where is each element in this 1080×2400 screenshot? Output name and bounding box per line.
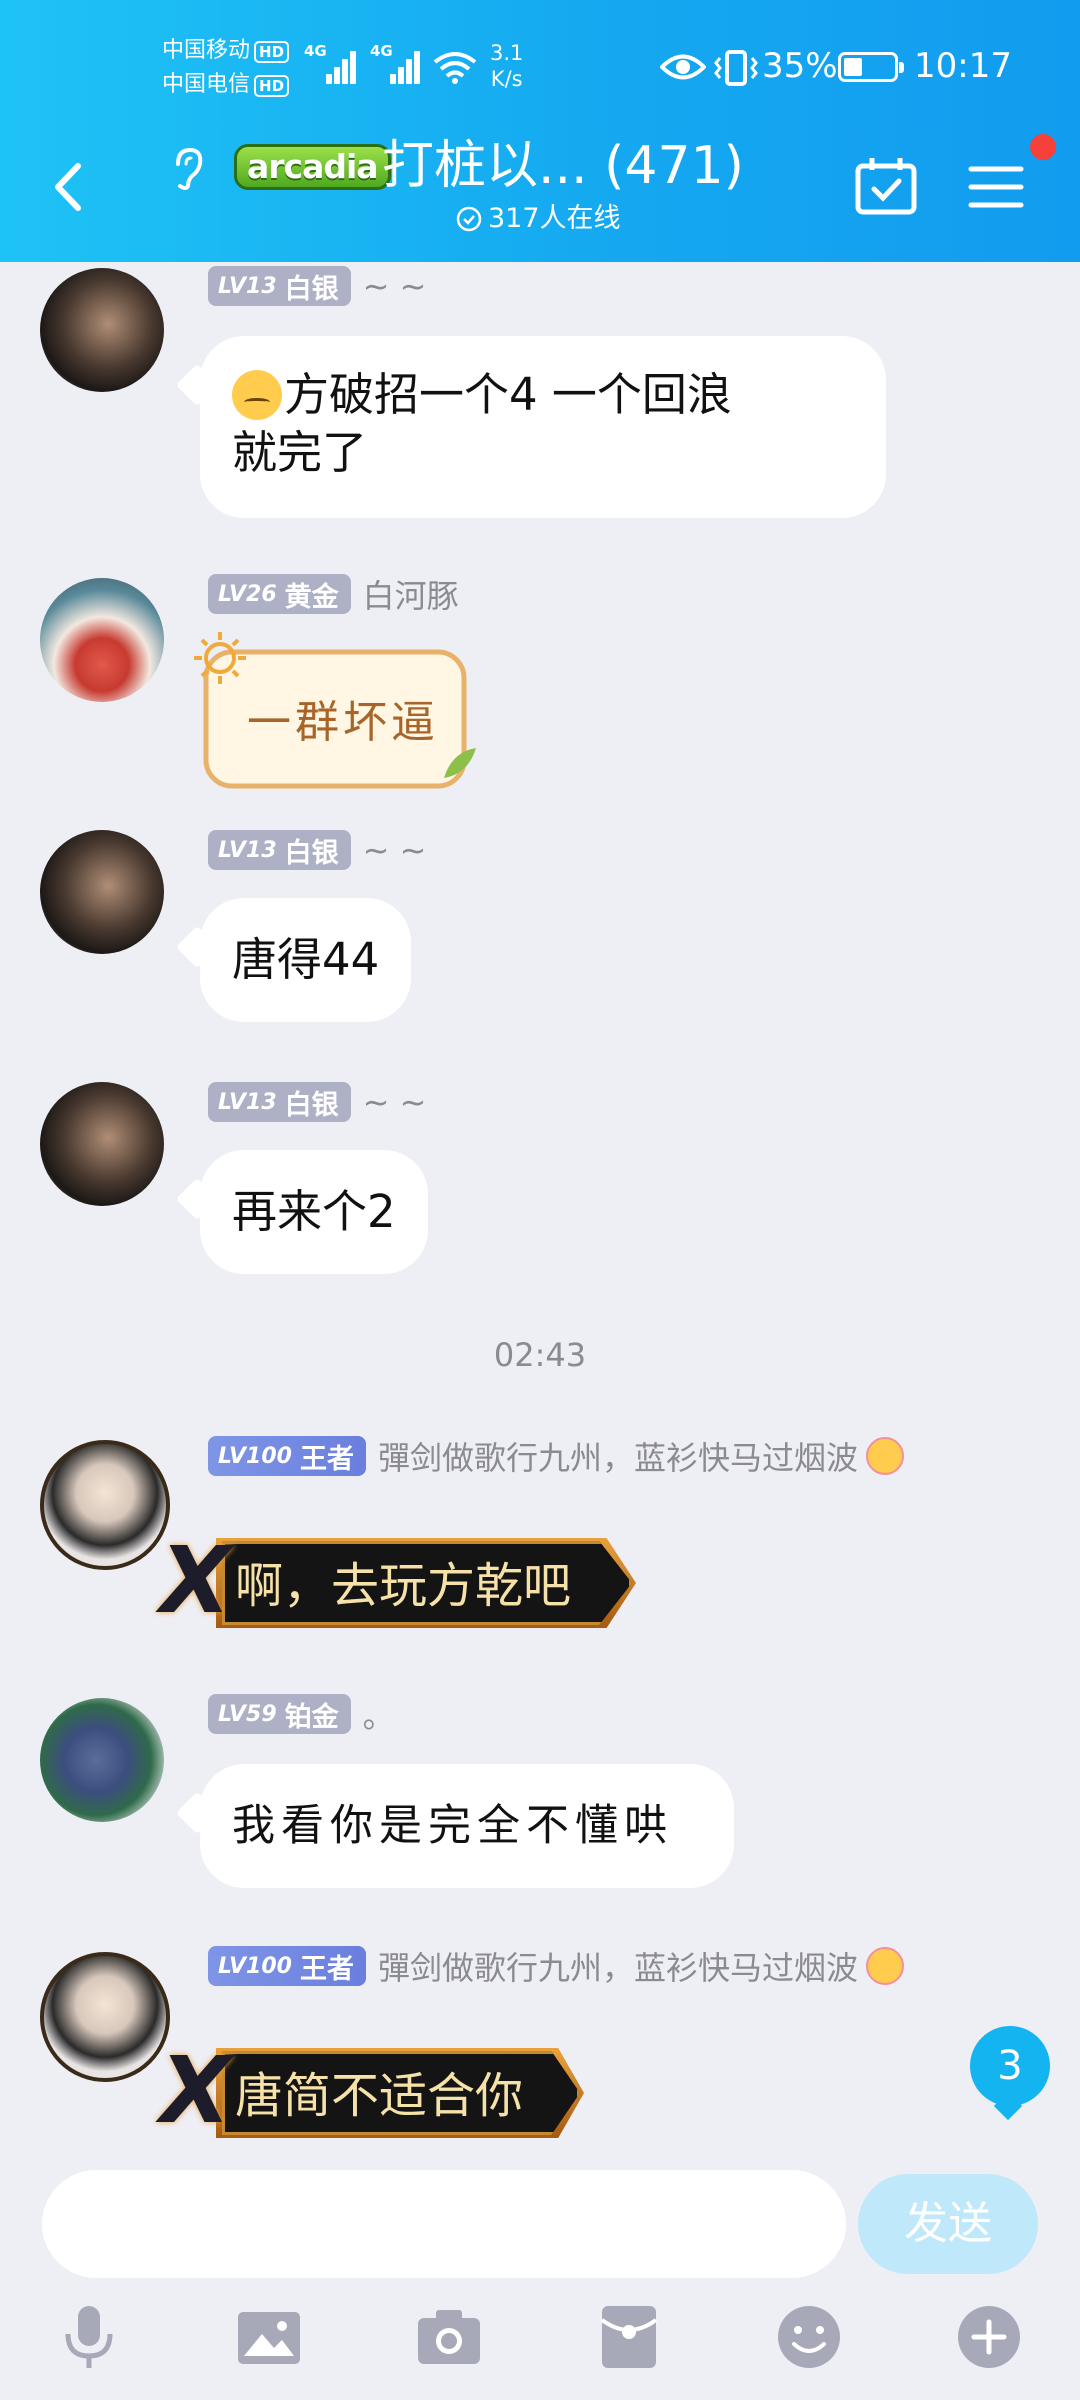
- carrier-info: 中国移动 HD 中国电信 HD: [162, 34, 290, 102]
- message-bubble[interactable]: 方破招一个4 一个回浪 就完了: [200, 336, 886, 518]
- sender-nick[interactable]: 彈剑做歌行九州，蓝衫快马过烟波: [378, 1433, 858, 1479]
- sender-info: LV100 王者 彈剑做歌行九州，蓝衫快马过烟波: [208, 1943, 904, 1989]
- send-button[interactable]: 发送: [858, 2174, 1038, 2274]
- sneer-emoji-icon: [232, 370, 282, 420]
- sender-info: LV13 白银 ~ ~: [208, 1082, 426, 1122]
- sticker-message[interactable]: 一群坏逼: [190, 628, 480, 796]
- earpiece-mode-icon[interactable]: [168, 146, 208, 190]
- calendar-checkin-icon[interactable]: [854, 156, 918, 216]
- carrier-1: 中国移动: [162, 38, 251, 63]
- level-badge: LV13 白银: [208, 266, 351, 306]
- input-bar: 发送: [0, 2150, 1080, 2400]
- image-icon[interactable]: [234, 2302, 304, 2372]
- sender-nick[interactable]: ~ ~: [363, 267, 427, 305]
- sender-nick[interactable]: 白河豚: [363, 571, 459, 617]
- message-bubble[interactable]: 我看你是完全不懂哄: [200, 1764, 734, 1888]
- x-decoration-icon: X: [160, 1527, 231, 1634]
- notification-dot: [1030, 134, 1056, 160]
- online-count[interactable]: 317人在线: [456, 200, 621, 238]
- message-bubble[interactable]: 啊，去玩方乾吧: [222, 1541, 632, 1625]
- battery-icon: [838, 52, 904, 82]
- plus-icon[interactable]: [954, 2302, 1024, 2372]
- message-bubble[interactable]: 唐得44: [200, 898, 412, 1022]
- chat-header: 中国移动 HD 中国电信 HD 4G 4G 3.1 K/s 35% 10:17 …: [0, 0, 1080, 262]
- avatar[interactable]: [40, 1952, 170, 2082]
- level-badge: LV13 白银: [208, 1082, 351, 1122]
- grin-emoji-icon: [865, 1437, 904, 1475]
- status-bar: 中国移动 HD 中国电信 HD 4G 4G 3.1 K/s 35% 10:17: [0, 0, 1080, 140]
- level-badge: LV100 王者: [208, 1436, 366, 1476]
- sender-nick[interactable]: 。: [363, 1691, 395, 1737]
- avatar[interactable]: [40, 268, 164, 392]
- sticker-text: 一群坏逼: [247, 697, 439, 748]
- signal-icon: [386, 48, 426, 84]
- group-logo: arcadia: [234, 144, 391, 190]
- sender-info: LV13 白银 ~ ~: [208, 266, 426, 306]
- level-badge: LV13 白银: [208, 830, 351, 870]
- hd-badge: HD: [254, 75, 290, 97]
- avatar[interactable]: [40, 1698, 164, 1822]
- red-packet-icon[interactable]: [594, 2302, 664, 2372]
- time-separator: 02:43: [493, 1336, 587, 1374]
- menu-icon[interactable]: [968, 164, 1024, 210]
- unread-count-badge[interactable]: 3: [970, 2026, 1050, 2106]
- avatar[interactable]: [40, 578, 164, 702]
- microphone-icon[interactable]: [54, 2302, 124, 2372]
- message-list[interactable]: LV13白银 ~ ~ 方破招一个4 一个回浪 就完了 LV26黄金 白河豚: [0, 262, 1080, 2162]
- sender-nick[interactable]: ~ ~: [363, 1083, 427, 1121]
- camera-icon[interactable]: [414, 2302, 484, 2372]
- sender-info: LV100 王者 彈剑做歌行九州，蓝衫快马过烟波: [208, 1433, 904, 1479]
- grin-emoji-icon: [865, 1947, 904, 1985]
- avatar[interactable]: [40, 1440, 170, 1570]
- back-arrow-icon[interactable]: [48, 160, 88, 214]
- net-speed: 3.1 K/s: [490, 41, 524, 91]
- level-badge: LV26 黄金: [208, 574, 351, 614]
- eye-comfort-icon: [660, 54, 706, 80]
- check-circle-icon: [456, 206, 482, 232]
- vibrate-icon: [714, 50, 758, 86]
- group-title[interactable]: 打桩以... (471): [382, 132, 744, 200]
- avatar[interactable]: [40, 830, 164, 954]
- sender-info: LV13 白银 ~ ~: [208, 830, 426, 870]
- message-bubble[interactable]: 唐简不适合你: [222, 2051, 580, 2135]
- level-badge: LV59 铂金: [208, 1694, 351, 1734]
- emoji-icon[interactable]: [774, 2302, 844, 2372]
- sender-info: LV59 铂金 。: [208, 1691, 395, 1737]
- x-decoration-icon: X: [160, 2037, 231, 2144]
- carrier-2: 中国电信: [162, 72, 251, 97]
- wifi-icon: [433, 52, 477, 84]
- sender-nick[interactable]: ~ ~: [363, 831, 427, 869]
- hd-badge: HD: [254, 41, 290, 63]
- battery-percent: 35%: [762, 46, 838, 86]
- message-bubble[interactable]: 再来个2: [200, 1150, 428, 1274]
- signal-icon: [320, 48, 360, 84]
- sender-info: LV26 黄金 白河豚: [208, 571, 459, 617]
- avatar[interactable]: [40, 1082, 164, 1206]
- clock: 10:17: [914, 46, 1012, 86]
- level-badge: LV100 王者: [208, 1946, 366, 1986]
- message-input[interactable]: [42, 2170, 846, 2278]
- sender-nick[interactable]: 彈剑做歌行九州，蓝衫快马过烟波: [378, 1943, 858, 1989]
